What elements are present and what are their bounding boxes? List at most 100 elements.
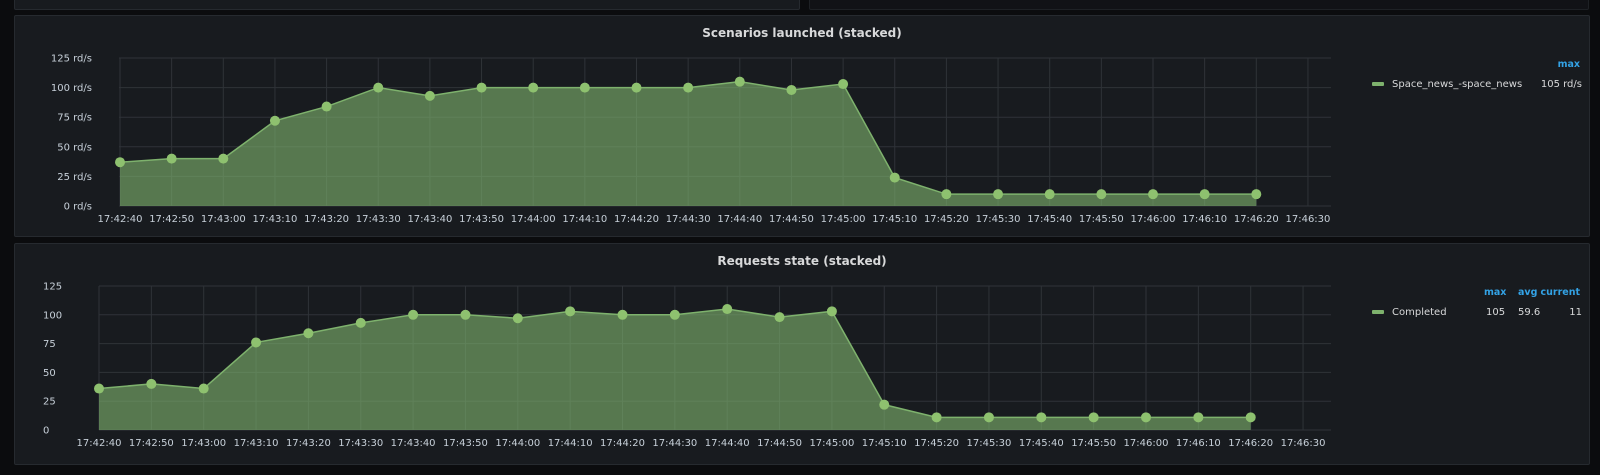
x-tick-label: 17:43:50 [459, 214, 504, 225]
data-point [424, 90, 435, 101]
top-panel-left [14, 0, 800, 10]
x-tick-label: 17:43:30 [338, 438, 383, 449]
legend-value-avg: 59.6 [1518, 307, 1541, 318]
x-tick-label: 17:46:30 [1281, 438, 1326, 449]
x-tick-label: 17:45:40 [1027, 214, 1072, 225]
data-point [579, 82, 590, 93]
legend-header-max: max [1484, 287, 1507, 298]
y-tick-label: 125 rd/s [51, 54, 92, 65]
legend-value-max: 105 rd/s [1540, 79, 1582, 90]
x-tick-label: 17:45:20 [924, 214, 969, 225]
x-tick-label: 17:43:50 [443, 438, 488, 449]
x-tick-label: 17:42:40 [98, 214, 143, 225]
data-point [528, 82, 539, 93]
x-tick-label: 17:42:50 [129, 438, 174, 449]
x-tick-label: 17:43:20 [286, 438, 331, 449]
data-point [94, 383, 104, 394]
data-point [269, 115, 280, 126]
x-tick-label: 17:42:50 [149, 214, 194, 225]
y-tick-label: 25 [43, 397, 56, 408]
x-tick-label: 17:44:20 [614, 214, 659, 225]
data-point [146, 378, 157, 389]
data-point [1193, 412, 1204, 423]
y-tick-label: 25 rd/s [57, 172, 92, 183]
data-point [838, 79, 849, 90]
top-panel-right [809, 0, 1589, 10]
series-color-swatch [1372, 82, 1384, 86]
legend-header-avg: avg [1518, 287, 1538, 298]
x-tick-label: 17:44:40 [717, 214, 762, 225]
x-tick-label: 17:44:00 [511, 214, 556, 225]
x-tick-label: 17:45:00 [809, 438, 854, 449]
legend-row[interactable]: Completed [1372, 307, 1447, 318]
scenarios-launched-panel: Scenarios launched (stacked) 125 rd/s 100… [14, 15, 1590, 237]
y-tick-label: 75 rd/s [57, 113, 92, 124]
data-point [166, 153, 177, 164]
x-tick-label: 17:46:00 [1131, 214, 1176, 225]
x-tick-label: 17:44:50 [769, 214, 814, 225]
data-point [631, 82, 642, 93]
data-point [373, 82, 384, 93]
x-tick-label: 17:43:40 [391, 438, 436, 449]
x-tick-label: 17:43:30 [356, 214, 401, 225]
data-point [1245, 412, 1256, 423]
x-tick-label: 17:43:10 [252, 214, 297, 225]
x-tick-label: 17:44:30 [652, 438, 697, 449]
series-color-swatch [1372, 310, 1384, 314]
data-point [879, 399, 890, 410]
x-tick-label: 17:43:40 [407, 214, 452, 225]
data-point [993, 189, 1004, 200]
x-tick-label: 17:46:10 [1176, 438, 1221, 449]
legend-requests: max avg current Completed 105 59.6 11 [1372, 287, 1582, 347]
x-tick-label: 17:44:50 [757, 438, 802, 449]
x-tick-label: 17:43:20 [304, 214, 349, 225]
x-tick-label: 17:46:30 [1285, 214, 1330, 225]
data-point [1088, 412, 1099, 423]
legend-header-current: current [1540, 287, 1580, 298]
data-point [355, 317, 366, 328]
x-tick-label: 17:43:10 [234, 438, 279, 449]
data-point [983, 412, 994, 423]
legend-value-max: 105 [1486, 307, 1506, 318]
x-tick-label: 17:45:30 [966, 438, 1011, 449]
data-point [251, 337, 262, 348]
data-point [669, 309, 680, 320]
chart-requests[interactable]: 125 100 75 50 25 0 17:42:40 17:42:50 17:43:00 17:… [15, 244, 1345, 466]
data-point [460, 309, 471, 320]
data-point [1044, 189, 1055, 200]
data-point [941, 189, 952, 200]
legend-series-name: Space_news_-space_news [1392, 79, 1523, 90]
data-point [1251, 189, 1262, 200]
x-tick-label: 17:42:40 [77, 438, 122, 449]
x-tick-label: 17:45:20 [914, 438, 959, 449]
data-point [931, 412, 942, 423]
data-point [722, 304, 733, 315]
data-point [476, 82, 487, 93]
x-tick-label: 17:45:00 [821, 214, 866, 225]
legend-scenarios: max Space_news_-space_news 105 rd/s [1372, 59, 1582, 119]
data-point [512, 313, 523, 324]
x-tick-label: 17:45:10 [862, 438, 907, 449]
y-tick-label: 125 [43, 282, 62, 293]
y-tick-label: 0 [43, 426, 49, 437]
x-tick-label: 17:43:00 [201, 214, 246, 225]
data-point [198, 383, 209, 394]
x-tick-label: 17:44:10 [548, 438, 593, 449]
y-tick-label: 50 [43, 368, 56, 379]
x-tick-label: 17:45:30 [976, 214, 1021, 225]
x-tick-label: 17:44:10 [562, 214, 607, 225]
y-tick-label: 75 [43, 339, 56, 350]
data-point [774, 312, 785, 323]
chart-scenarios[interactable]: 125 rd/s 100 rd/s 75 rd/s 50 rd/s 25 rd/s 0 r… [15, 16, 1345, 238]
data-point [826, 306, 837, 317]
data-point [683, 82, 694, 93]
y-tick-label: 50 rd/s [57, 142, 92, 153]
x-tick-label: 17:45:10 [872, 214, 917, 225]
x-tick-label: 17:44:20 [600, 438, 645, 449]
x-tick-label: 17:44:30 [666, 214, 711, 225]
data-point [1148, 189, 1158, 200]
data-point [1096, 189, 1107, 200]
data-point [786, 84, 797, 95]
legend-row[interactable]: Space_news_-space_news [1372, 79, 1522, 90]
x-tick-label: 17:46:20 [1234, 214, 1279, 225]
